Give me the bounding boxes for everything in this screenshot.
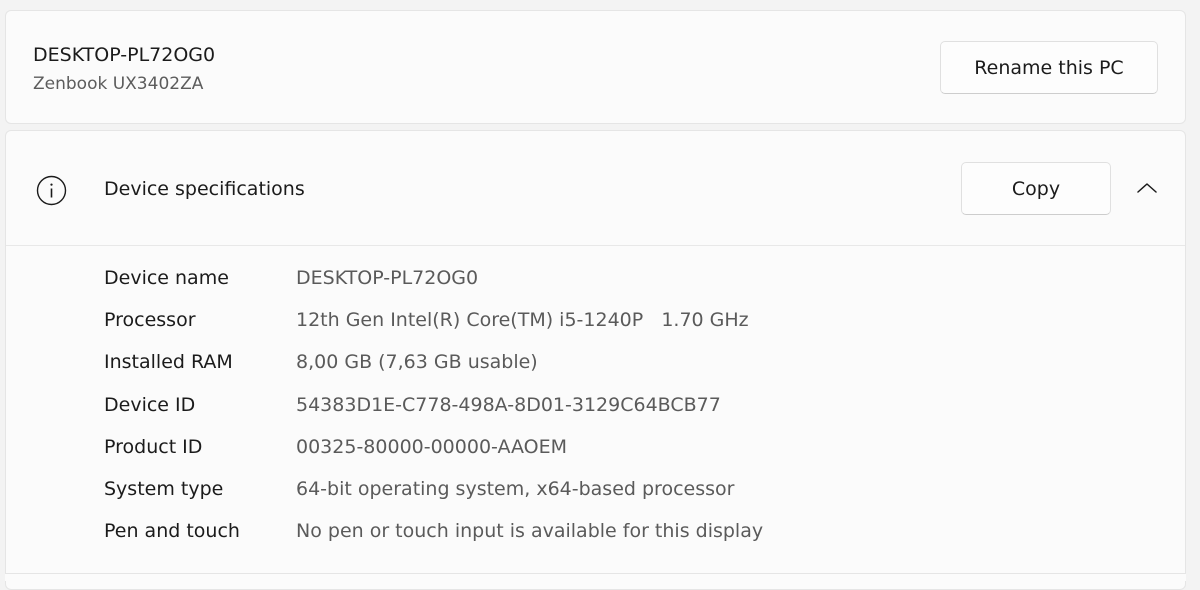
spec-row-device-name: Device name DESKTOP-PL72OG0 — [6, 267, 1185, 307]
device-specifications-title: Device specifications — [104, 178, 305, 200]
device-name-title: DESKTOP-PL72OG0 — [33, 44, 216, 66]
spec-value: No pen or touch input is available for t… — [296, 520, 764, 542]
rename-pc-button[interactable]: Rename this PC — [940, 41, 1158, 94]
spec-label: Installed RAM — [104, 351, 233, 373]
device-specifications-card: Device specifications Copy Device name D… — [5, 130, 1186, 590]
spec-row-installed-ram: Installed RAM 8,00 GB (7,63 GB usable) — [6, 351, 1185, 391]
spec-value: 12th Gen Intel(R) Core(TM) i5-1240P 1.70… — [296, 309, 749, 331]
spec-row-system-type: System type 64-bit operating system, x64… — [6, 478, 1185, 518]
spec-row-product-id: Product ID 00325-80000-00000-AAOEM — [6, 436, 1185, 476]
spec-label: System type — [104, 478, 224, 500]
spec-value: 64-bit operating system, x64-based proce… — [296, 478, 735, 500]
spec-label: Processor — [104, 309, 196, 331]
copy-button[interactable]: Copy — [961, 162, 1111, 215]
spec-value: DESKTOP-PL72OG0 — [296, 267, 479, 289]
spec-label: Device ID — [104, 394, 196, 416]
info-icon — [36, 175, 67, 206]
spec-row-processor: Processor 12th Gen Intel(R) Core(TM) i5-… — [6, 309, 1185, 349]
spec-label: Pen and touch — [104, 520, 240, 542]
device-card: DESKTOP-PL72OG0 Zenbook UX3402ZA Rename … — [5, 10, 1186, 124]
spec-value: 54383D1E-C778-498A-8D01-3129C64BCB77 — [296, 394, 721, 416]
spec-row-pen-and-touch: Pen and touch No pen or touch input is a… — [6, 520, 1185, 560]
spec-label: Device name — [104, 267, 229, 289]
spec-row-device-id: Device ID 54383D1E-C778-498A-8D01-3129C6… — [6, 394, 1185, 434]
spec-value: 00325-80000-00000-AAOEM — [296, 436, 568, 458]
chevron-up-icon[interactable] — [1134, 178, 1160, 198]
device-model-subtitle: Zenbook UX3402ZA — [33, 74, 204, 94]
device-specifications-header[interactable]: Device specifications Copy — [6, 131, 1185, 246]
spec-value: 8,00 GB (7,63 GB usable) — [296, 351, 538, 373]
next-card-edge — [5, 573, 1186, 581]
spec-label: Product ID — [104, 436, 203, 458]
